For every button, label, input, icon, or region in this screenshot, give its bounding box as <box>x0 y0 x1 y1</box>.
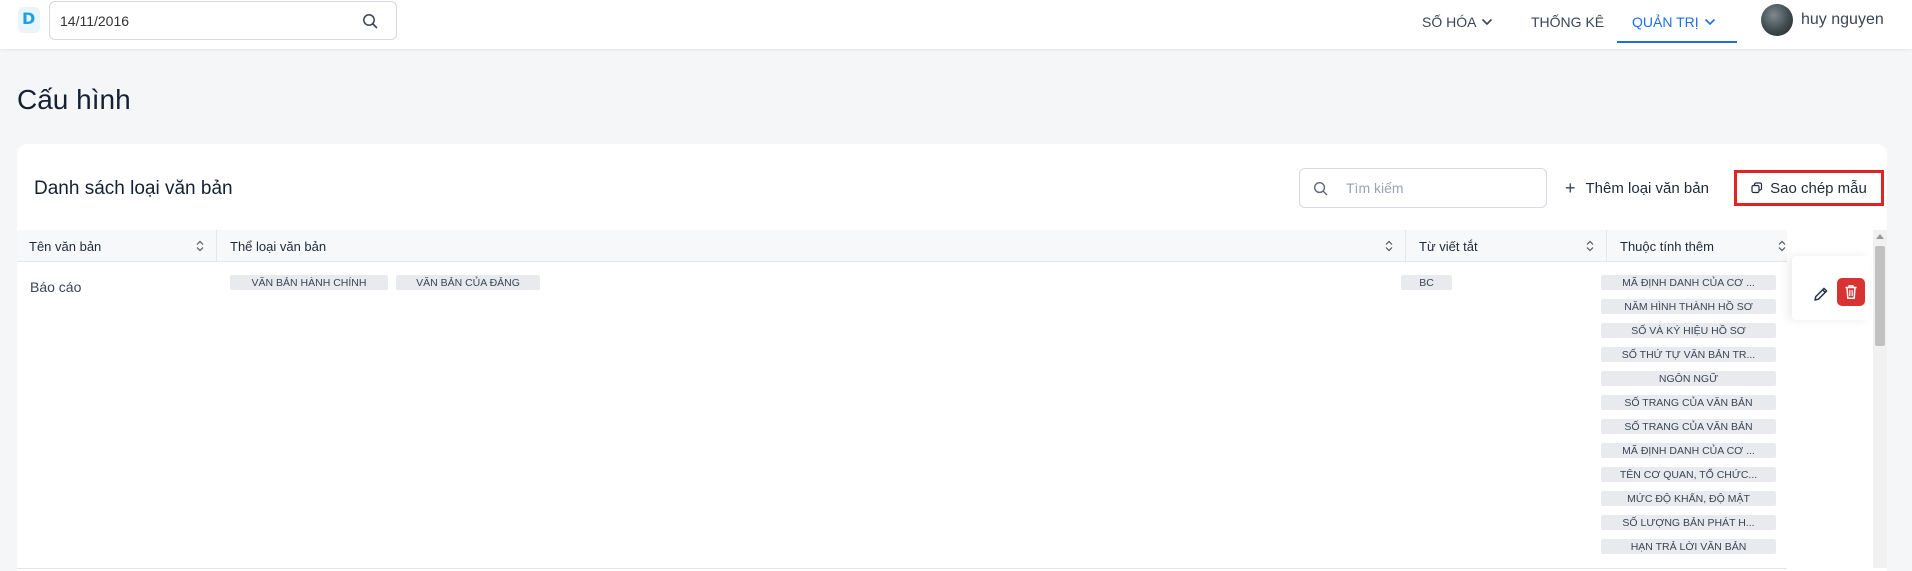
sort-icon[interactable] <box>1385 240 1393 252</box>
nav-thong-ke-label: THỐNG KÊ <box>1531 14 1605 30</box>
edit-icon[interactable] <box>1811 284 1831 304</box>
column-header-category[interactable]: Thể loại văn bản <box>218 230 1406 262</box>
column-header-label: Tên văn bản <box>29 238 102 254</box>
document-type-card: Danh sách loại văn bản + Thêm loại văn b… <box>17 144 1887 571</box>
table-header: Tên văn bản Thể loại văn bản Từ viết tắt… <box>17 230 1787 262</box>
page-title: Cấu hình <box>17 84 131 115</box>
category-tag: VĂN BẢN HÀNH CHÍNH <box>230 275 388 290</box>
category-tag: VĂN BẢN CỦA ĐẢNG <box>396 275 540 290</box>
search-icon[interactable] <box>362 13 378 29</box>
copy-template-button[interactable]: Sao chép mẫu <box>1734 170 1884 206</box>
column-header-label: Từ viết tắt <box>1419 238 1478 254</box>
sort-icon[interactable] <box>196 240 204 252</box>
document-name-cell: Báo cáo <box>30 279 82 295</box>
column-header-label: Thuộc tính thêm <box>1620 238 1714 254</box>
date-input[interactable] <box>60 2 350 39</box>
add-button-label: Thêm loại văn bản <box>1585 179 1709 197</box>
scrollbar-thumb[interactable] <box>1875 246 1885 346</box>
copy-icon <box>1751 182 1763 194</box>
attribute-tag: SỐ THỨ TỰ VĂN BẢN TR... <box>1601 347 1776 362</box>
attribute-tag: SỐ LƯỢNG BẢN PHÁT H... <box>1601 515 1776 530</box>
sort-icon[interactable] <box>1778 240 1786 252</box>
copy-button-label: Sao chép mẫu <box>1770 179 1867 197</box>
chevron-down-icon <box>1482 18 1493 26</box>
attribute-tag: MỨC ĐỘ KHẨN, ĐỘ MẬT <box>1601 491 1776 506</box>
search-icon <box>1314 182 1328 196</box>
attribute-tag: HẠN TRẢ LỜI VĂN BẢN <box>1601 539 1776 554</box>
attribute-tag: MÃ ĐỊNH DANH CỦA CƠ ... <box>1601 275 1776 290</box>
trash-icon <box>1845 285 1857 300</box>
nav-so-hoa-label: SỐ HÓA <box>1422 14 1477 30</box>
nav-thong-ke[interactable]: THỐNG KÊ <box>1531 0 1604 44</box>
column-header-abbreviation[interactable]: Từ viết tắt <box>1407 230 1607 262</box>
column-header-attributes[interactable]: Thuộc tính thêm <box>1608 230 1808 262</box>
attribute-tag: SỐ TRANG CỦA VĂN BẢN <box>1601 419 1776 434</box>
chevron-down-icon <box>1704 18 1715 26</box>
attribute-tag: SỐ TRANG CỦA VĂN BẢN <box>1601 395 1776 410</box>
app-logo[interactable]: D <box>18 7 40 33</box>
abbreviation-tag: BC <box>1401 275 1452 290</box>
add-document-type-button[interactable]: + Thêm loại văn bản <box>1565 168 1709 208</box>
attribute-tag: MÃ ĐỊNH DANH CỦA CƠ ... <box>1601 443 1776 458</box>
nav-quan-tri-label: QUẢN TRỊ <box>1632 14 1699 30</box>
attribute-tag: NGÔN NGỮ <box>1601 371 1776 386</box>
nav-so-hoa[interactable]: SỐ HÓA <box>1422 0 1493 44</box>
attribute-tag: TÊN CƠ QUAN, TỔ CHỨC... <box>1601 467 1776 482</box>
attribute-tag: SỐ VÀ KÝ HIỆU HỒ SƠ <box>1601 323 1776 338</box>
top-navbar: D SỐ HÓA THỐNG KÊ QUẢN TRỊ huy nguyen <box>0 0 1912 49</box>
plus-icon: + <box>1565 177 1576 198</box>
table-scrollbar[interactable] <box>1873 230 1887 568</box>
row-divider <box>17 568 1787 569</box>
search-input[interactable] <box>1346 169 1536 207</box>
card-title: Danh sách loại văn bản <box>34 178 233 199</box>
delete-button[interactable] <box>1837 278 1865 306</box>
active-nav-indicator <box>1617 41 1737 43</box>
column-header-label: Thể loại văn bản <box>230 238 327 254</box>
logo-letter: D <box>22 9 36 28</box>
sort-icon[interactable] <box>1586 240 1594 252</box>
attribute-tag: NĂM HÌNH THÀNH HỒ SƠ <box>1601 299 1776 314</box>
date-search-box[interactable] <box>49 1 397 40</box>
user-name[interactable]: huy nguyen <box>1801 0 1884 40</box>
scroll-up-arrow-icon[interactable] <box>1876 234 1884 239</box>
search-box[interactable] <box>1299 168 1547 208</box>
avatar[interactable] <box>1761 4 1793 36</box>
column-header-name[interactable]: Tên văn bản <box>17 230 217 262</box>
nav-quan-tri[interactable]: QUẢN TRỊ <box>1632 0 1716 44</box>
